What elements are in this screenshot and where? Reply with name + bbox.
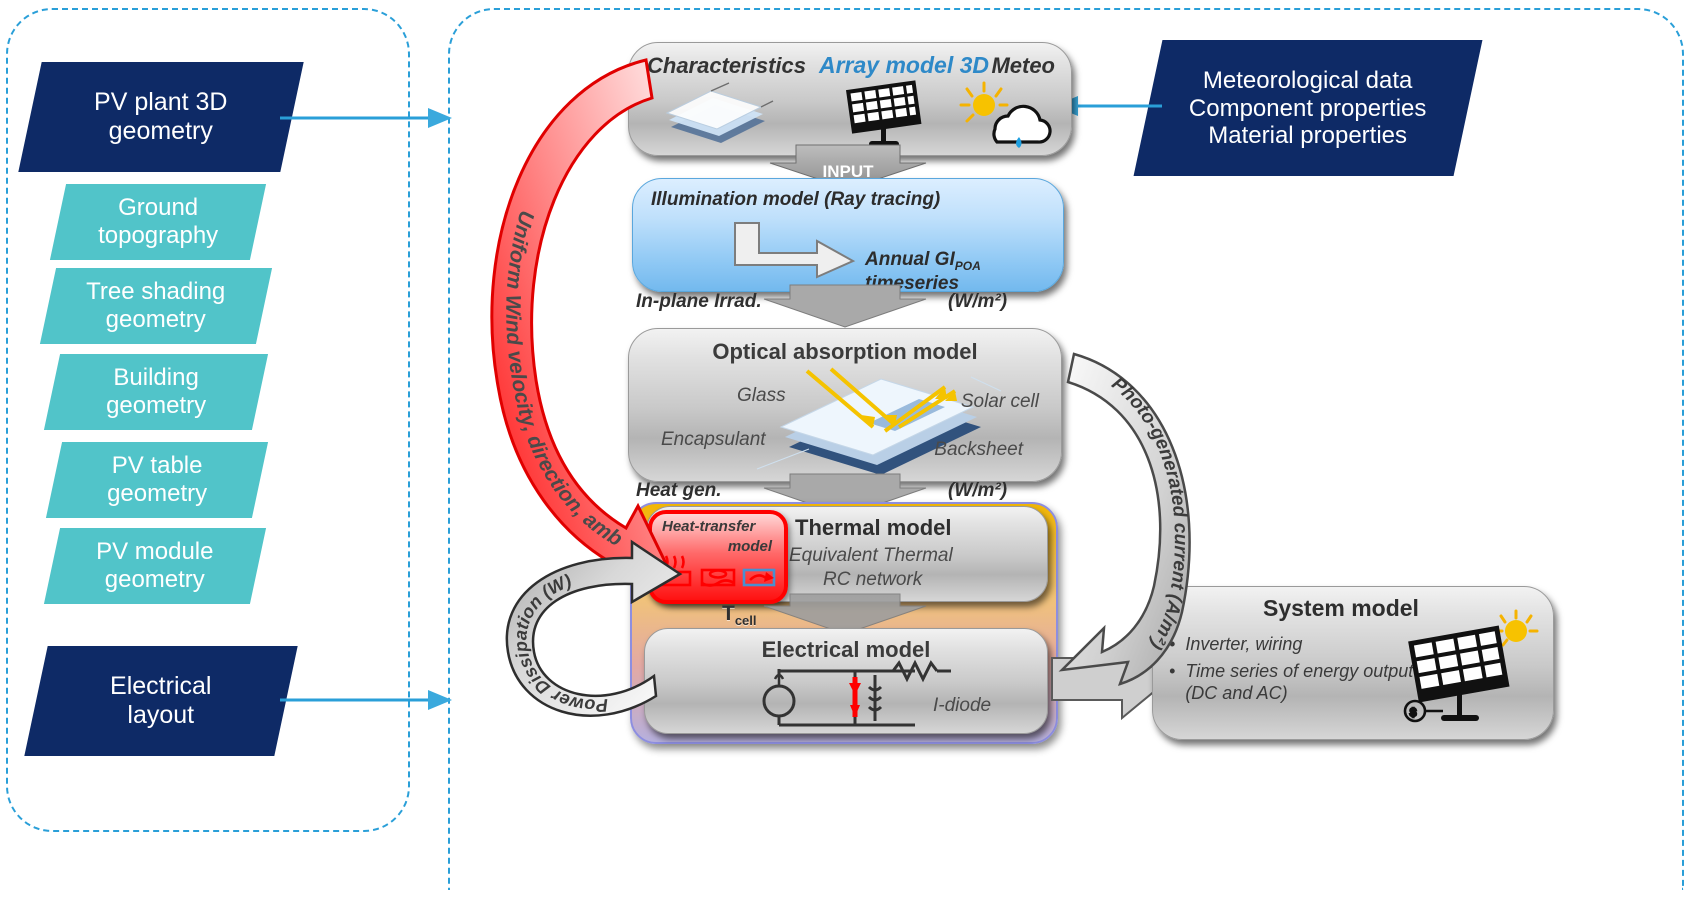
system-model-bullet-2-text: Time series of energy output (DC and AC) [1185, 660, 1414, 704]
left-item-line2: geometry [106, 480, 208, 507]
left-item-ground-topography[interactable]: Ground topography [49, 184, 267, 260]
system-model-bullet-1-text: Inverter, wiring [1185, 634, 1303, 654]
gpoa-main: Annual GI [865, 249, 955, 270]
array-model-box[interactable]: Characteristics Array model 3D Meteo [628, 42, 1072, 156]
thermal-model-sub-line2: RC network [823, 569, 923, 590]
pv-system-sun-icon: $ [1403, 609, 1539, 723]
irradiance-flow-arrow [763, 284, 927, 328]
electrical-model-title: Electrical model [761, 637, 931, 662]
optical-label-backsheet: Backsheet [934, 439, 1023, 460]
array-model-title: Array model 3D [819, 52, 990, 78]
svg-text:$: $ [1410, 707, 1416, 719]
system-model-bullet-2: • Time series of energy output (DC and A… [1169, 660, 1419, 705]
thermal-model-title: Thermal model [795, 515, 952, 540]
left-block-line2: layout [127, 701, 195, 729]
left-item-line1: Building [113, 364, 199, 392]
left-item-line1: PV module [96, 538, 214, 566]
heat-transfer-modes-icon [659, 555, 776, 587]
tcell-main: T [722, 602, 735, 625]
electrical-model-box[interactable]: Electrical model I-diode [644, 628, 1048, 734]
heat-transfer-badge-line1: Heat-transfer [662, 518, 756, 535]
module-cross-section-icon [756, 367, 1002, 475]
gpoa-sub: POA [954, 258, 981, 273]
system-model-box[interactable]: System model • Inverter, wiring • Time s… [1152, 586, 1554, 740]
system-model-title: System model [1263, 595, 1419, 621]
left-block-line2: geometry [108, 117, 214, 145]
left-item-pv-module-geometry[interactable]: PV module geometry [43, 528, 267, 604]
illumination-model-title: Illumination model (Ray tracing) [651, 189, 941, 210]
array-model-characteristics-label: Characteristics [647, 53, 806, 78]
right-inputs-line3: Material properties [1208, 121, 1408, 149]
optical-label-solar-cell: Solar cell [960, 391, 1039, 412]
optical-absorption-model-title: Optical absorption model [712, 339, 978, 364]
in-plane-irrad-label: In-plane Irrad. [636, 291, 762, 312]
optical-label-glass: Glass [737, 385, 786, 406]
right-inputs-line2: Component properties [1189, 94, 1427, 122]
heat-transfer-model-badge[interactable]: Heat-transfer model [648, 510, 788, 604]
optical-absorption-model-box[interactable]: Optical absorption model Glass Encapsula… [628, 328, 1062, 482]
left-item-line2: geometry [104, 566, 206, 593]
optical-label-encapsulant: Encapsulant [661, 429, 766, 450]
connector-arrow-top [280, 108, 452, 128]
thermal-model-sub-line1: Equivalent Thermal [789, 545, 953, 566]
bent-arrow-icon [734, 222, 856, 279]
left-item-building-geometry[interactable]: Building geometry [43, 354, 269, 430]
diagram-canvas: PV plant 3D geometry Ground topography T… [0, 0, 1688, 897]
tcell-sub: cell [734, 613, 757, 629]
electrical-model-circuit-label: I-diode [933, 695, 992, 716]
left-block-pv-plant-3d-geometry[interactable]: PV plant 3D geometry [18, 62, 304, 172]
bullet-dot-icon: • [1169, 660, 1176, 681]
right-inputs-line1: Meteorological data [1203, 66, 1413, 94]
left-item-line2: geometry [105, 392, 207, 419]
heat-gen-label: Heat gen. [636, 480, 722, 501]
tcell-label: Tcell [722, 602, 757, 628]
connector-arrow-bottom [280, 690, 452, 710]
heat-gen-unit: (W/m²) [948, 480, 1008, 501]
array-model-meteo-label: Meteo [991, 53, 1055, 78]
right-inputs-block[interactable]: Meteorological data Component properties… [1133, 40, 1483, 176]
left-item-line1: PV table [111, 452, 203, 480]
solar-panel-icon [846, 80, 922, 147]
left-block-line1: Electrical [110, 672, 212, 701]
bullet-dot-icon: • [1169, 634, 1176, 654]
sun-cloud-rain-icon [959, 81, 1052, 148]
left-item-line2: geometry [105, 306, 207, 333]
left-item-line1: Ground [117, 194, 199, 222]
left-item-line2: topography [97, 222, 219, 249]
pv-layer-stack-icon [665, 82, 774, 143]
illumination-model-box[interactable]: Illumination model (Ray tracing) Annual … [632, 178, 1064, 294]
left-item-tree-shading-geometry[interactable]: Tree shading geometry [39, 268, 273, 344]
in-plane-irrad-unit: (W/m²) [948, 291, 1008, 312]
left-block-electrical-layout[interactable]: Electrical layout [24, 646, 298, 756]
system-model-bullet-1: • Inverter, wiring [1169, 633, 1419, 656]
left-item-pv-table-geometry[interactable]: PV table geometry [45, 442, 269, 518]
left-block-line1: PV plant 3D [94, 88, 228, 117]
left-item-line1: Tree shading [86, 278, 226, 306]
